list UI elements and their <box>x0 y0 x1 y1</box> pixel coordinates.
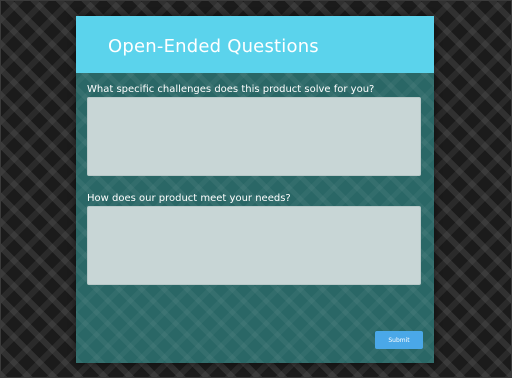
form-title: Open-Ended Questions <box>108 36 319 57</box>
submit-button[interactable]: Submit <box>375 331 423 349</box>
question-1-label: What specific challenges does this produ… <box>87 84 375 95</box>
survey-form-card: Open-Ended Questions What specific chall… <box>76 16 434 363</box>
form-header: Open-Ended Questions <box>76 16 434 73</box>
question-2-answer-input[interactable] <box>87 206 421 285</box>
question-1-answer-input[interactable] <box>87 97 421 176</box>
question-2-label: How does our product meet your needs? <box>87 193 291 204</box>
